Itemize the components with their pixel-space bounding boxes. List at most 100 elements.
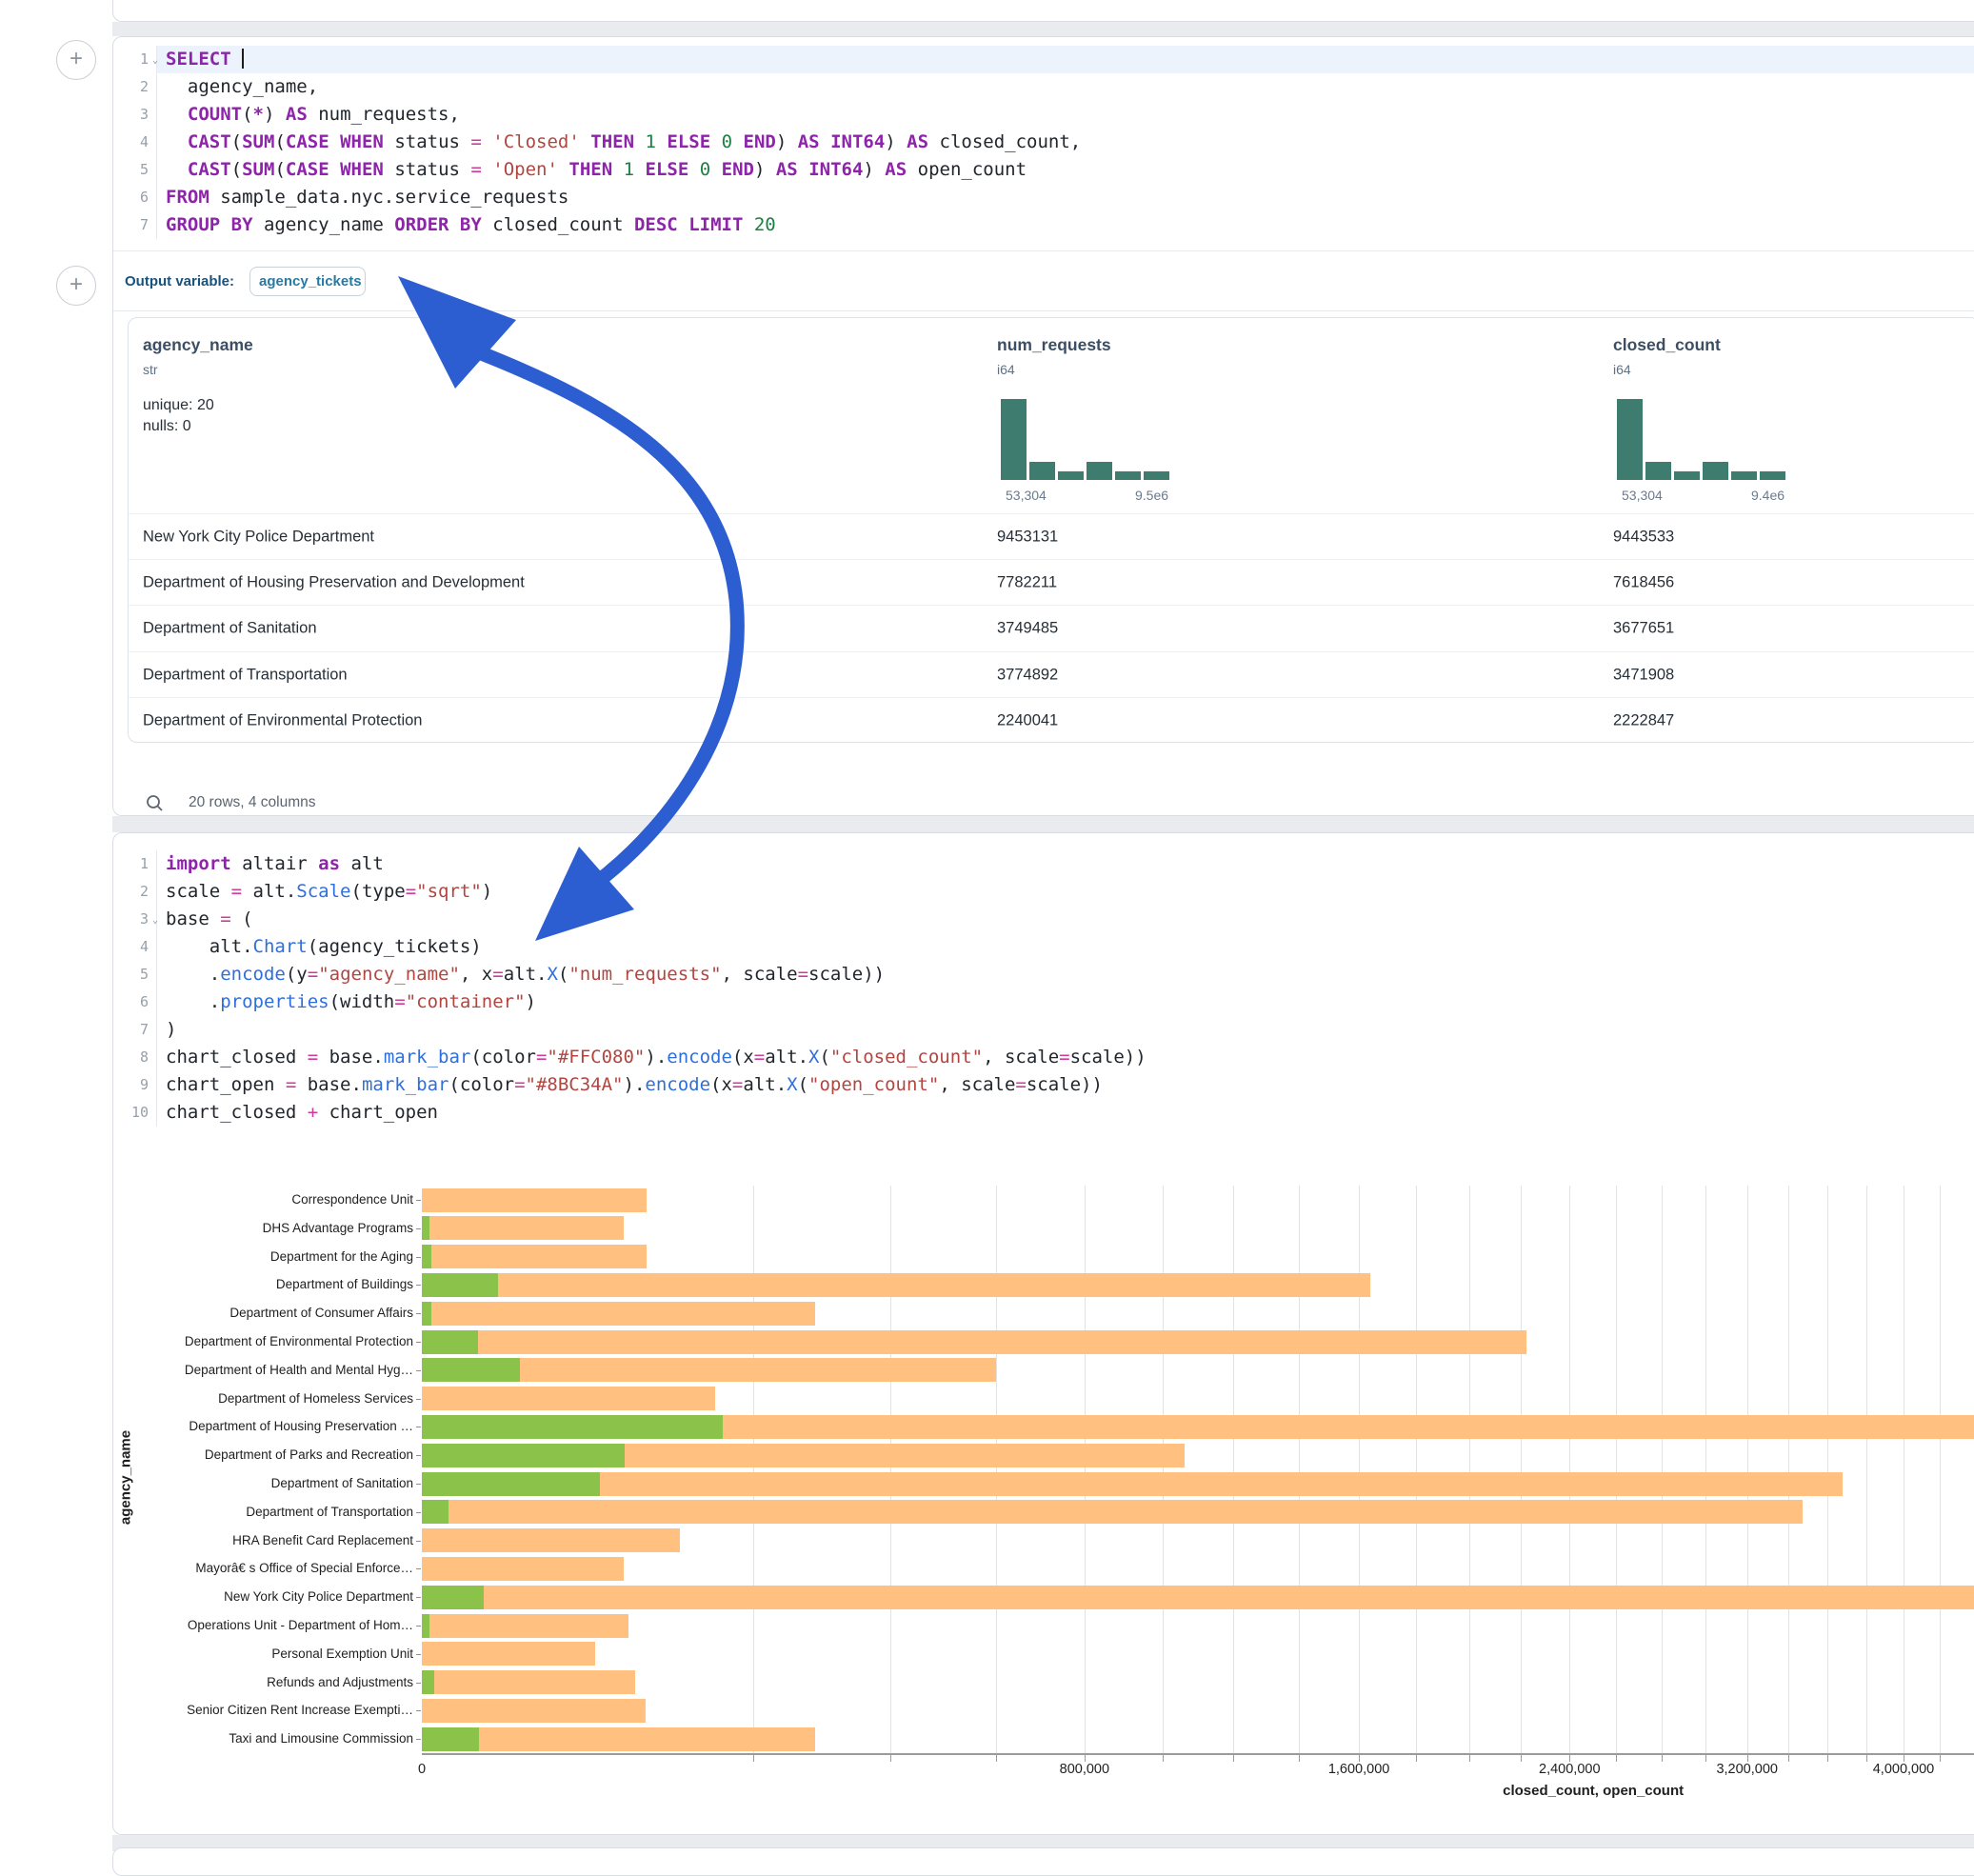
code-line[interactable]: 6 .properties(width="container") [113,988,1974,1016]
x-tick [1085,1755,1086,1762]
closed-count-bar [422,1586,1974,1609]
column-name: closed_count [1613,335,1721,355]
code-line[interactable]: 4 CAST(SUM(CASE WHEN status = 'Closed' T… [113,129,1974,156]
open-count-bar [422,1614,429,1638]
line-number: 1 [113,850,157,878]
column-header[interactable]: agency_namestr [143,335,253,377]
code-text: alt.Chart(agency_tickets) [157,933,1974,961]
open-count-bar [422,1500,449,1524]
output-variable-pill[interactable]: agency_tickets [249,267,366,296]
row-column-count: 20 rows, 4 columns [189,794,316,811]
table-cell: New York City Police Department [143,529,374,547]
code-line[interactable]: 7) [113,1016,1974,1044]
gridline [1662,1186,1663,1753]
table-cell: Department of Transportation [143,666,348,684]
histogram-min-label: 53,304 [1006,488,1047,503]
python-editor[interactable]: 1import altair as alt2scale = alt.Scale(… [113,850,1974,1127]
table-row[interactable]: Department of Environmental Protection22… [129,697,1974,743]
y-tick-label: Department of Transportation [0,1505,413,1519]
table-row[interactable]: New York City Police Department945313194… [129,513,1974,560]
table-row[interactable]: Department of Transportation377489234719… [129,651,1974,698]
code-line[interactable]: 1import altair as alt [113,850,1974,878]
x-tick [996,1755,997,1762]
table-cell: 7618456 [1613,574,1674,592]
closed-count-bar [422,1727,815,1751]
gridline [1233,1186,1234,1753]
column-histogram [1617,399,1785,480]
column-stat: nulls: 0 [143,418,191,435]
line-number: 2 [113,878,157,906]
closed-count-bar [422,1188,647,1212]
table-row[interactable]: Department of Sanitation37494853677651 [129,605,1974,651]
gridline [753,1186,754,1753]
x-tick [1705,1755,1706,1762]
gridline [1569,1186,1570,1753]
y-tick [416,1739,421,1740]
dataframe-preview[interactable]: agency_namestrunique: 20nulls: 0num_requ… [128,317,1974,743]
x-tick-label: 4,000,000 [1846,1762,1961,1777]
code-text: agency_name, [157,73,1974,101]
code-text: ) [157,1016,1974,1044]
code-line[interactable]: 7GROUP BY agency_name ORDER BY closed_co… [113,211,1974,239]
sql-editor[interactable]: 1⌄SELECT 2 agency_name,3 COUNT(*) AS num… [113,46,1974,239]
cell-gap-band [112,816,1974,832]
open-count-bar [422,1444,625,1467]
line-number: 4 [113,129,157,156]
y-tick-label: Department of Health and Mental Hyg… [0,1363,413,1377]
gridline [1747,1186,1748,1753]
code-text: .encode(y="agency_name", x=alt.X("num_re… [157,961,1974,988]
code-line[interactable]: 4 alt.Chart(agency_tickets) [113,933,1974,961]
closed-count-bar [422,1216,624,1240]
histogram-max-label: 9.5e6 [1135,488,1168,503]
y-tick-label: Department of Consumer Affairs [0,1306,413,1320]
search-icon[interactable] [146,794,164,812]
closed-count-bar [422,1472,1843,1496]
closed-count-bar [422,1699,646,1723]
y-tick-label: Department of Parks and Recreation [0,1447,413,1462]
add-cell-button[interactable]: + [56,266,96,306]
x-tick [1747,1755,1748,1762]
table-cell: 2240041 [997,711,1058,729]
code-line[interactable]: 5 CAST(SUM(CASE WHEN status = 'Open' THE… [113,156,1974,184]
column-dtype: i64 [997,362,1111,377]
fold-caret-icon[interactable]: ⌄ [152,907,158,934]
y-tick [416,1200,421,1201]
line-number: 2 [113,73,157,101]
code-line[interactable]: 8chart_closed = base.mark_bar(color="#FF… [113,1044,1974,1071]
code-line[interactable]: 2 agency_name, [113,73,1974,101]
x-tick-label: 3,200,000 [1690,1762,1805,1777]
x-tick [1416,1755,1417,1762]
y-tick-label: Department of Buildings [0,1277,413,1291]
x-tick [890,1755,891,1762]
column-header[interactable]: num_requestsi64 [997,335,1111,377]
dataframe-header: agency_namestrunique: 20nulls: 0num_requ… [129,318,1974,514]
code-line[interactable]: 3⌄base = ( [113,906,1974,933]
line-number: 10 [113,1099,157,1127]
table-row[interactable]: Department of Housing Preservation and D… [129,559,1974,606]
open-count-bar [422,1472,600,1496]
histogram-max-label: 9.4e6 [1751,488,1785,503]
fold-caret-icon[interactable]: ⌄ [152,47,158,74]
code-text: chart_open = base.mark_bar(color="#8BC34… [157,1071,1974,1099]
code-line[interactable]: 3 COUNT(*) AS num_requests, [113,101,1974,129]
output-variable-label: Output variable: [125,273,234,289]
x-axis-title: closed_count, open_count [1403,1783,1784,1799]
y-tick [416,1597,421,1598]
code-line[interactable]: 9chart_open = base.mark_bar(color="#8BC3… [113,1071,1974,1099]
y-tick [416,1313,421,1314]
code-line[interactable]: 5 .encode(y="agency_name", x=alt.X("num_… [113,961,1974,988]
add-cell-button[interactable]: + [56,40,96,80]
code-line[interactable]: 6FROM sample_data.nyc.service_requests [113,184,1974,211]
closed-count-bar [422,1245,647,1268]
x-tick-label: 800,000 [1027,1762,1142,1777]
code-line[interactable]: 10chart_closed + chart_open [113,1099,1974,1127]
gridline [996,1186,997,1753]
code-line[interactable]: 1⌄SELECT [113,46,1974,73]
output-variable-row: Output variable: agency_tickets [113,250,1974,311]
cell-gap-band [112,22,1974,36]
line-number: 1⌄ [113,46,157,73]
code-line[interactable]: 2scale = alt.Scale(type="sqrt") [113,878,1974,906]
table-cell: 2222847 [1613,711,1674,729]
gridline [1827,1186,1828,1753]
column-header[interactable]: closed_counti64 [1613,335,1721,377]
